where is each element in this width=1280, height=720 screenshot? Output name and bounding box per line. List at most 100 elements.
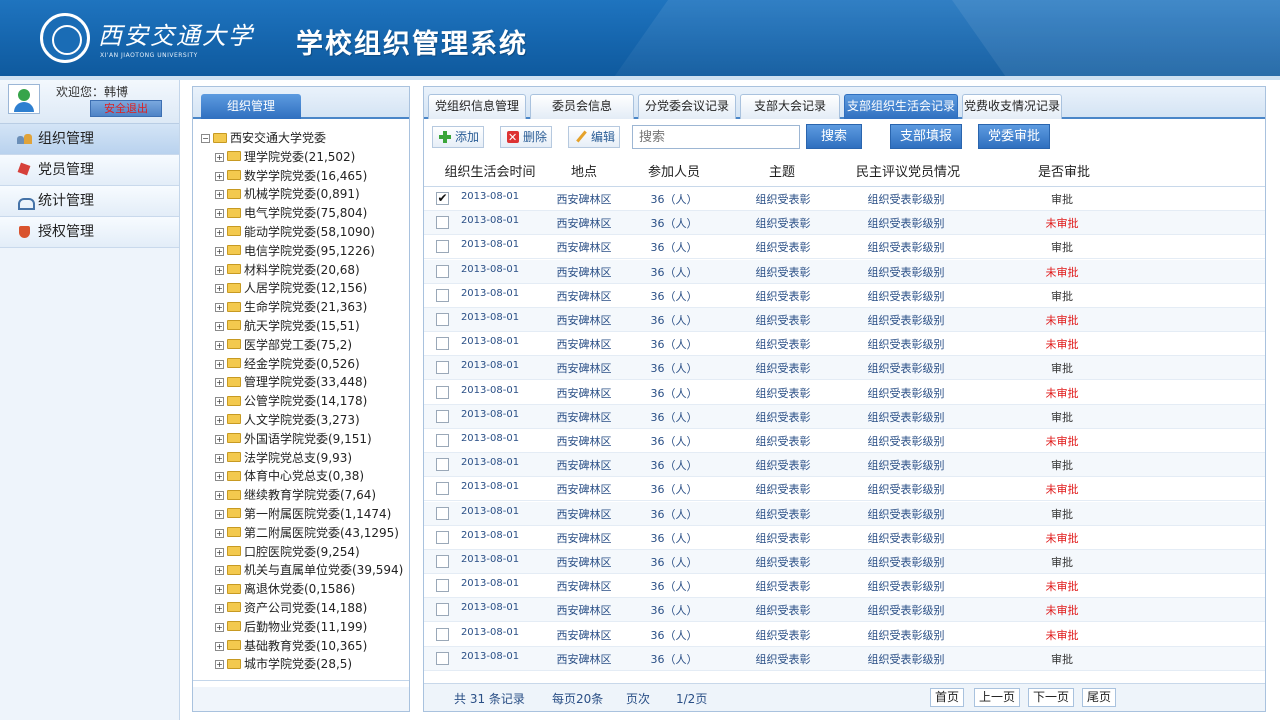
expand-icon[interactable]: + <box>215 340 224 350</box>
tab-3[interactable]: 分党委会议记录 <box>638 94 736 119</box>
row-checkbox[interactable] <box>436 361 449 375</box>
table-row[interactable]: 2013-08-01 西安碑林区 36（人） 组织受表彰 组织受表彰级别 审批 <box>424 404 1265 429</box>
expand-icon[interactable]: + <box>215 603 224 613</box>
row-checkbox[interactable] <box>436 313 449 326</box>
expand-icon[interactable]: + <box>215 622 224 632</box>
row-checkbox[interactable] <box>436 555 449 568</box>
row-checkbox[interactable] <box>436 337 449 351</box>
branch-fill-button[interactable]: 支部填报 <box>890 124 962 149</box>
expand-icon[interactable]: + <box>215 585 224 595</box>
table-row[interactable]: 2013-08-01 西安碑林区 36（人） 组织受表彰 组织受表彰级别 未审批 <box>424 332 1265 357</box>
expand-icon[interactable]: + <box>215 209 224 219</box>
table-row[interactable]: 2013-08-01 西安碑林区 36（人） 组织受表彰 组织受表彰级别 审批 <box>424 646 1265 671</box>
row-checkbox[interactable] <box>436 385 449 399</box>
tree-node[interactable]: + 第一附属医院党委(1,1474) <box>193 505 409 524</box>
tab-5[interactable]: 支部组织生活会记录 <box>844 94 958 119</box>
tree-node[interactable]: + 体育中心党总支(0,38) <box>193 467 409 486</box>
column-header-time[interactable]: 组织生活会时间 <box>440 161 540 180</box>
committee-approve-button[interactable]: 党委审批 <box>978 124 1050 149</box>
expand-icon[interactable]: + <box>215 453 224 463</box>
tree-node[interactable]: + 航天学院党委(15,51) <box>193 317 409 336</box>
table-row[interactable]: 2013-08-01 西安碑林区 36（人） 组织受表彰 组织受表彰级别 审批 <box>424 356 1265 381</box>
first-page-button[interactable]: 首页 <box>930 688 964 707</box>
table-row[interactable]: 2013-08-01 西安碑林区 36（人） 组织受表彰 组织受表彰级别 未审批 <box>424 574 1265 599</box>
tree-node[interactable]: + 数学学院党委(16,465) <box>193 167 409 186</box>
add-button[interactable]: 添加 <box>432 126 484 148</box>
tree-tab-org-management[interactable]: 组织管理 <box>201 94 301 119</box>
tree-node[interactable]: + 第二附属医院党委(43,1295) <box>193 524 409 543</box>
tree-node[interactable]: + 法学院党总支(9,93) <box>193 449 409 468</box>
tab-2[interactable]: 委员会信息 <box>530 94 634 119</box>
tree-node[interactable]: + 机关与直属单位党委(39,594) <box>193 561 409 580</box>
table-row[interactable]: 2013-08-01 西安碑林区 36（人） 组织受表彰 组织受表彰级别 审批 <box>424 501 1265 526</box>
tree-node[interactable]: + 机械学院党委(0,891) <box>193 185 409 204</box>
next-page-button[interactable]: 下一页 <box>1028 688 1074 707</box>
column-header-review[interactable]: 民主评议党员情况 <box>850 161 966 180</box>
column-header-participants[interactable]: 参加人员 <box>636 161 712 180</box>
row-checkbox[interactable] <box>436 530 449 544</box>
table-row[interactable]: 2013-08-01 西安碑林区 36（人） 组织受表彰 组织受表彰级别 未审批 <box>424 211 1265 236</box>
collapse-icon[interactable]: − <box>201 134 210 143</box>
table-row[interactable]: 2013-08-01 西安碑林区 36（人） 组织受表彰 组织受表彰级别 未审批 <box>424 526 1265 550</box>
nav-item-member[interactable]: 党员管理 <box>0 155 179 186</box>
row-checkbox[interactable] <box>436 409 449 423</box>
prev-page-button[interactable]: 上一页 <box>974 688 1020 707</box>
expand-icon[interactable]: + <box>215 359 224 369</box>
nav-item-org[interactable]: 组织管理 <box>0 124 179 155</box>
row-checkbox[interactable] <box>436 264 449 278</box>
expand-icon[interactable]: + <box>215 171 224 181</box>
nav-item-auth[interactable]: 授权管理 <box>0 217 179 248</box>
nav-item-stat[interactable]: 统计管理 <box>0 186 179 217</box>
expand-icon[interactable]: + <box>215 152 224 162</box>
tree-node[interactable]: + 材料学院党委(20,68) <box>193 261 409 280</box>
logout-button[interactable]: 安全退出 <box>90 100 162 117</box>
row-checkbox[interactable] <box>436 458 449 472</box>
row-checkbox[interactable] <box>436 216 449 230</box>
last-page-button[interactable]: 尾页 <box>1082 688 1116 707</box>
row-checkbox[interactable] <box>436 627 449 641</box>
expand-icon[interactable]: + <box>215 509 224 519</box>
expand-icon[interactable]: + <box>215 641 224 651</box>
delete-button[interactable]: 删除 <box>500 126 552 148</box>
row-checkbox[interactable] <box>436 651 449 665</box>
row-checkbox[interactable] <box>436 579 449 593</box>
tree-node[interactable]: + 公管学院党委(14,178) <box>193 392 409 411</box>
expand-icon[interactable]: + <box>215 547 224 557</box>
table-row[interactable]: ✔ 2013-08-01 西安碑林区 36（人） 组织受表彰 组织受表彰级别 审批 <box>424 187 1265 211</box>
tree-node[interactable]: + 外国语学院党委(9,151) <box>193 430 409 449</box>
table-row[interactable]: 2013-08-01 西安碑林区 36（人） 组织受表彰 组织受表彰级别 审批 <box>424 453 1265 478</box>
tree-node[interactable]: + 经金学院党委(0,526) <box>193 355 409 374</box>
expand-icon[interactable]: + <box>215 415 224 425</box>
expand-icon[interactable]: + <box>215 284 224 294</box>
row-checkbox[interactable]: ✔ <box>436 192 449 205</box>
row-checkbox[interactable] <box>436 240 449 254</box>
expand-icon[interactable]: + <box>215 265 224 275</box>
expand-icon[interactable]: + <box>215 321 224 331</box>
tree-node[interactable]: + 资产公司党委(14,188) <box>193 599 409 618</box>
expand-icon[interactable]: + <box>215 566 224 576</box>
expand-icon[interactable]: + <box>215 472 224 482</box>
tree-node[interactable]: + 口腔医院党委(9,254) <box>193 543 409 562</box>
tab-6[interactable]: 党费收支情况记录 <box>962 94 1062 119</box>
tree-node[interactable]: + 电信学院党委(95,1226) <box>193 242 409 261</box>
column-header-topic[interactable]: 主题 <box>752 161 812 180</box>
edit-button[interactable]: 编辑 <box>568 126 620 148</box>
expand-icon[interactable]: + <box>215 660 224 670</box>
column-header-place[interactable]: 地点 <box>556 161 612 180</box>
expand-icon[interactable]: + <box>215 397 224 407</box>
table-row[interactable]: 2013-08-01 西安碑林区 36（人） 组织受表彰 组织受表彰级别 审批 <box>424 235 1265 260</box>
row-checkbox[interactable] <box>436 603 449 617</box>
tree-node[interactable]: + 管理学院党委(33,448) <box>193 373 409 392</box>
expand-icon[interactable]: + <box>215 190 224 200</box>
row-checkbox[interactable] <box>436 434 449 447</box>
search-button[interactable]: 搜索 <box>806 124 862 149</box>
table-row[interactable]: 2013-08-01 西安碑林区 36（人） 组织受表彰 组织受表彰级别 未审批 <box>424 598 1265 623</box>
table-row[interactable]: 2013-08-01 西安碑林区 36（人） 组织受表彰 组织受表彰级别 审批 <box>424 550 1265 574</box>
table-row[interactable]: 2013-08-01 西安碑林区 36（人） 组织受表彰 组织受表彰级别 未审批 <box>424 259 1265 284</box>
tree-node[interactable]: + 理学院党委(21,502) <box>193 148 409 167</box>
table-row[interactable]: 2013-08-01 西安碑林区 36（人） 组织受表彰 组织受表彰级别 未审批 <box>424 477 1265 502</box>
expand-icon[interactable]: + <box>215 303 224 313</box>
tree-node[interactable]: + 离退休党委(0,1586) <box>193 580 409 599</box>
tree-node[interactable]: + 基础教育党委(10,365) <box>193 637 409 656</box>
expand-icon[interactable]: + <box>215 491 224 501</box>
